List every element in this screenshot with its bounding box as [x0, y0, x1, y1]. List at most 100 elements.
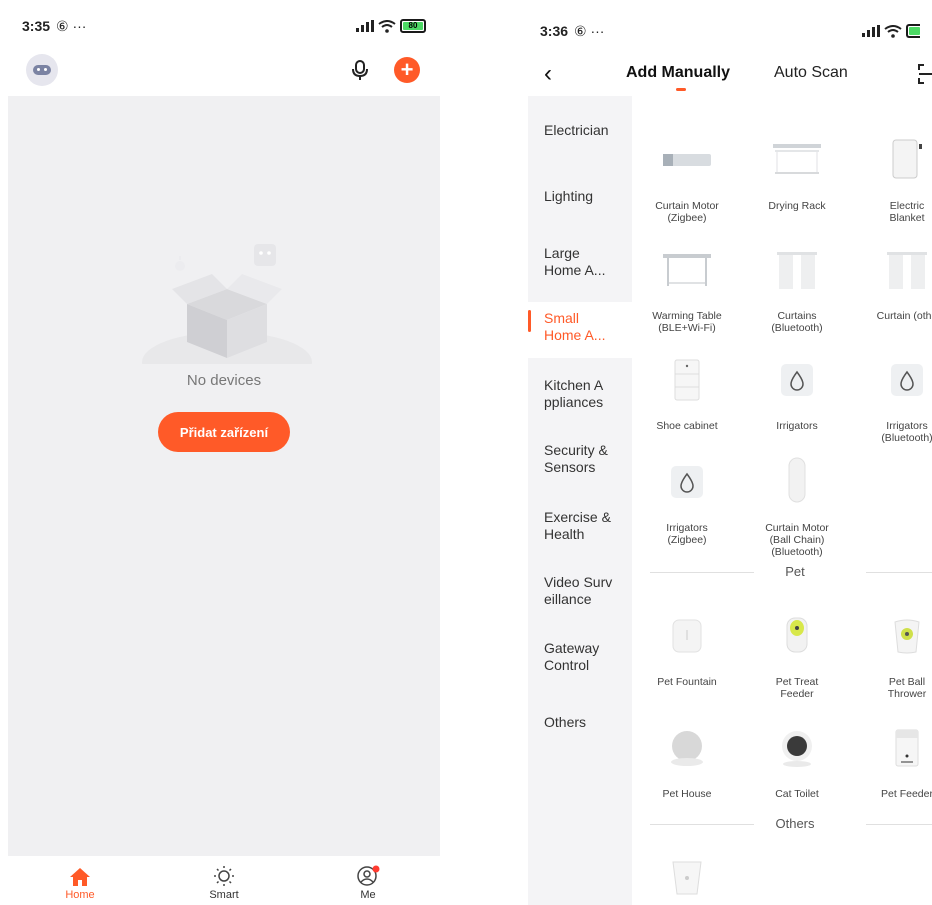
device-pet-treat-feeder[interactable]: Pet Treat Feeder [742, 602, 852, 700]
status-extra: ⑥ ··· [56, 17, 87, 34]
status-time-right: 3:36 [540, 23, 569, 39]
warming-table-icon [659, 248, 715, 292]
device-electric-blanket[interactable]: Electric Blanket [852, 126, 932, 224]
pet-fountain-icon [659, 614, 715, 658]
section-others-label: Others [775, 816, 815, 831]
category-others[interactable]: Others [528, 714, 632, 731]
device-label: Electric Blanket [889, 200, 925, 224]
back-button[interactable]: ‹ [544, 60, 552, 88]
drying-rack-icon [769, 138, 825, 182]
avatar[interactable] [26, 54, 58, 86]
device-label: Irrigators (Bluetooth) [881, 420, 932, 444]
device-label: Curtain (othe [876, 310, 932, 322]
category-exercise-health[interactable]: Exercise & Health [528, 509, 632, 543]
sun-icon [214, 866, 234, 886]
category-lighting[interactable]: Lighting [528, 188, 632, 205]
device-others-item[interactable] [632, 856, 742, 905]
status-extra-right: ⑥ ··· [574, 22, 605, 39]
category-label: Large Home A... [544, 245, 606, 278]
category-label: Security & Sensors [544, 442, 608, 475]
status-time: 3:35 [22, 18, 51, 34]
device-label: Pet Treat Feeder [775, 676, 819, 700]
device-label: Drying Rack [768, 200, 826, 212]
category-large-home-appliances[interactable]: Large Home A... [528, 245, 632, 279]
tab-smart-label: Smart [209, 889, 239, 901]
add-device-button[interactable]: Přidat zařízení [158, 412, 290, 452]
category-security-sensors[interactable]: Security & Sensors [528, 442, 632, 476]
electric-blanket-icon [879, 138, 932, 182]
irrigator-icon [769, 358, 825, 402]
robot-face-icon [33, 65, 51, 75]
irrigator-bt-icon [879, 358, 932, 402]
device-pet-feeder[interactable]: Pet Feeder [852, 714, 932, 800]
tab-me-label: Me [360, 889, 376, 901]
device-label: Shoe cabinet [656, 420, 718, 432]
category-gateway-control[interactable]: Gateway Control [528, 640, 632, 674]
category-video-surveillance[interactable]: Video Surv eillance [528, 574, 632, 608]
active-tab-indicator [676, 88, 686, 91]
tab-home[interactable]: Home [8, 856, 152, 905]
category-label: Gateway Control [544, 640, 600, 673]
device-label: Curtains (Bluetooth) [771, 310, 823, 334]
section-pet: Pet [650, 564, 932, 579]
tab-smart[interactable]: Smart [152, 856, 296, 905]
section-pet-label: Pet [785, 564, 805, 579]
home-icon [70, 868, 90, 886]
category-electrician[interactable]: Electrician [528, 122, 632, 139]
device-pet-ball-thrower[interactable]: Pet Ball Thrower [852, 602, 932, 700]
category-label: Electrician [544, 122, 609, 138]
category-small-home-appliances[interactable]: Small Home A... [528, 302, 632, 358]
curtains-icon [769, 248, 825, 292]
home-screen: 3:35 ⑥ ··· 80 + No devices Přidat zaříze… [8, 0, 440, 905]
add-device-nav: ‹ Add Manually Auto Scan [528, 58, 932, 96]
section-others: Others [650, 816, 932, 831]
tab-me[interactable]: Me [296, 856, 440, 905]
microphone-icon[interactable] [348, 58, 372, 82]
scan-qr-icon[interactable] [918, 64, 932, 84]
status-bar-right: 3:36 ⑥ ··· [528, 0, 932, 62]
device-irrigators[interactable]: Irrigators [742, 346, 852, 432]
category-label: Kitchen A ppliances [544, 377, 604, 410]
device-label: Cat Toilet [775, 788, 819, 800]
tab-auto-scan[interactable]: Auto Scan [774, 64, 848, 82]
home-header: + [8, 52, 440, 94]
device-irrigators-zigbee[interactable]: Irrigators (Zigbee) [632, 448, 742, 546]
add-device-screen: 3:36 ⑥ ··· ‹ Add Manually Auto Scan Elec… [528, 0, 932, 905]
wifi-icon [884, 24, 902, 38]
device-curtain-other[interactable]: Curtain (othe [852, 236, 932, 322]
add-device-plus-button[interactable]: + [394, 57, 420, 83]
device-irrigators-bluetooth[interactable]: Irrigators (Bluetooth) [852, 346, 932, 444]
device-list-area: No devices Přidat zařízení [8, 96, 440, 856]
wifi-icon [378, 19, 396, 33]
add-device-label: Přidat zařízení [179, 424, 269, 440]
signal-icon [356, 20, 374, 32]
bottom-tab-bar: Home Smart Me [8, 856, 440, 905]
category-label: Small Home A... [544, 310, 606, 343]
pet-treat-feeder-icon [769, 614, 825, 658]
device-label: Irrigators (Zigbee) [666, 522, 708, 546]
device-drying-rack[interactable]: Drying Rack [742, 126, 852, 212]
device-label: Curtain Motor (Ball Chain) (Bluetooth) [765, 522, 829, 558]
battery-icon: 80 [400, 19, 426, 33]
device-warming-table[interactable]: Warming Table (BLE+Wi-Fi) [632, 236, 742, 334]
device-shoe-cabinet[interactable]: Shoe cabinet [632, 346, 742, 432]
device-grid: Curtain Motor (Zigbee) Drying Rack Elect… [632, 96, 932, 905]
battery-icon [906, 24, 920, 38]
tab-add-manually[interactable]: Add Manually [626, 64, 730, 82]
device-curtains-bluetooth[interactable]: Curtains (Bluetooth) [742, 236, 852, 334]
device-label: Pet Feeder [881, 788, 932, 800]
device-pet-house[interactable]: Pet House [632, 714, 742, 800]
signal-icon [862, 25, 880, 37]
tab-home-label: Home [65, 889, 95, 901]
pet-ball-thrower-icon [879, 614, 932, 658]
device-label: Warming Table (BLE+Wi-Fi) [652, 310, 722, 334]
battery-level: 80 [403, 22, 423, 30]
device-curtain-motor-ball-chain[interactable]: Curtain Motor (Ball Chain) (Bluetooth) [742, 442, 852, 558]
device-label: Pet Fountain [657, 676, 717, 688]
device-pet-fountain[interactable]: Pet Fountain [632, 602, 742, 688]
device-curtain-motor-zigbee[interactable]: Curtain Motor (Zigbee) [632, 126, 742, 224]
device-cat-toilet[interactable]: Cat Toilet [742, 714, 852, 800]
category-kitchen-appliances[interactable]: Kitchen A ppliances [528, 377, 632, 411]
no-devices-text: No devices [186, 372, 262, 389]
shoe-cabinet-icon [659, 358, 715, 402]
